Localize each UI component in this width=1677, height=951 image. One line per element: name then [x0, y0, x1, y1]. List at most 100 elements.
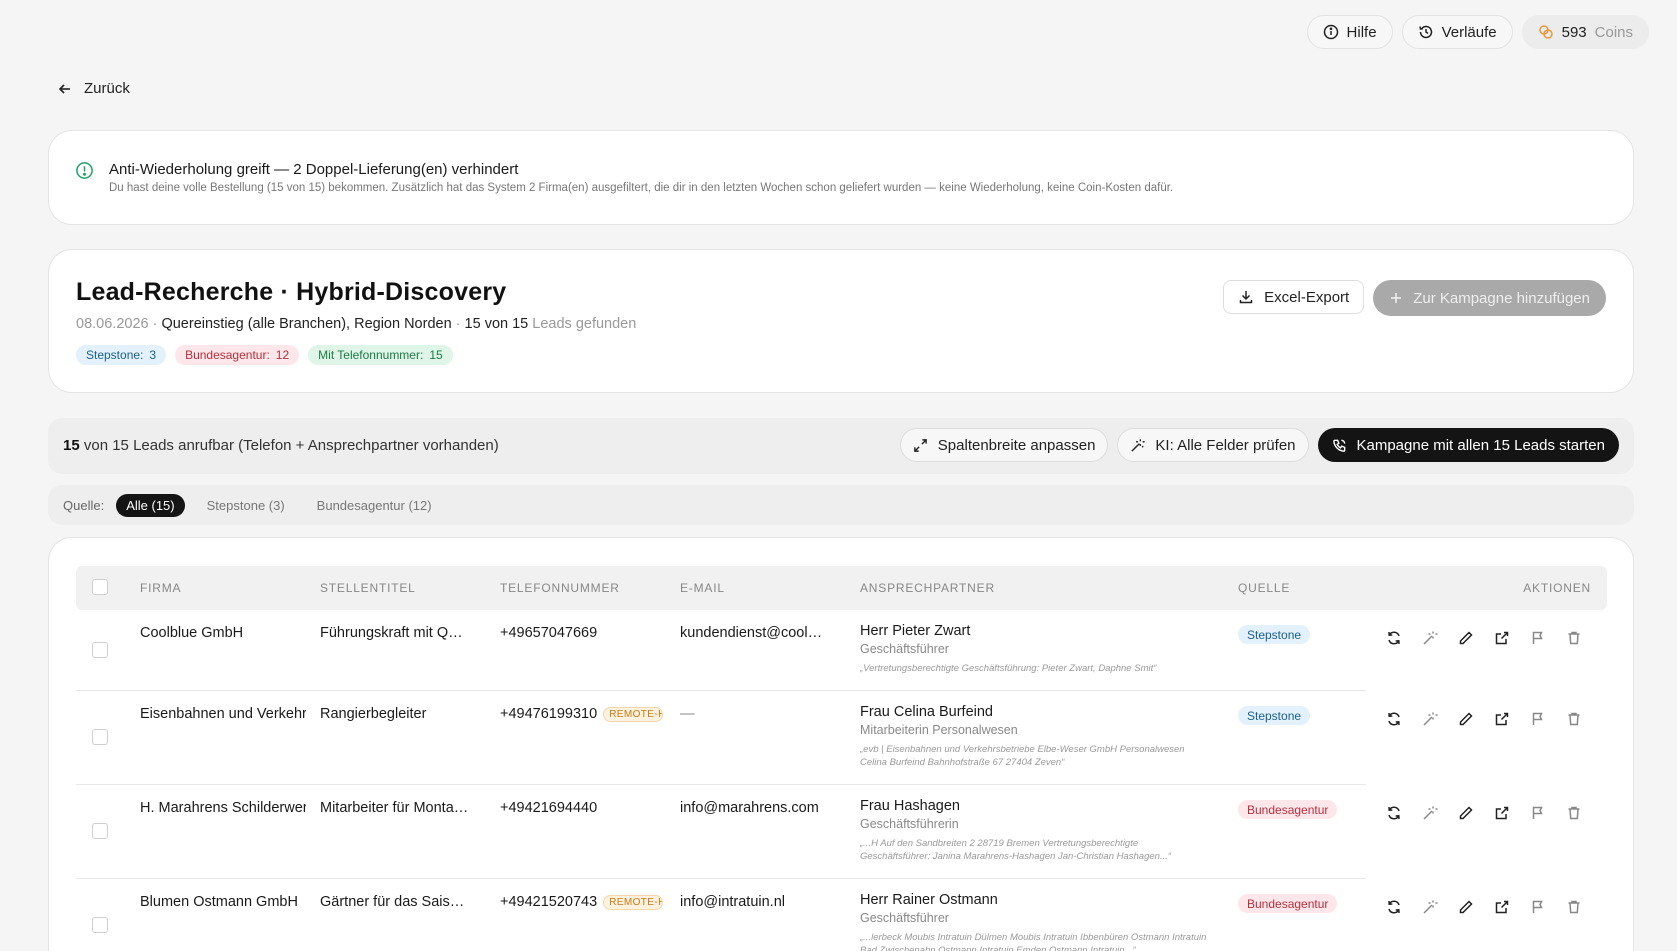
contact-quote: „...lerbeck Moubis Intratuin Dülmen Moub… — [860, 932, 1207, 951]
trash-icon[interactable] — [1564, 709, 1584, 729]
coins-badge[interactable]: 593 Coins — [1521, 15, 1649, 49]
fit-columns-label: Spaltenbreite anpassen — [937, 436, 1096, 454]
magic-wand-icon — [1130, 438, 1145, 453]
contact-role: Geschäftsführer — [860, 642, 949, 656]
ai-check-button[interactable]: KI: Alle Felder prüfen — [1117, 428, 1309, 462]
row-checkbox[interactable] — [92, 917, 108, 933]
fit-columns-button[interactable]: Spaltenbreite anpassen — [899, 428, 1109, 462]
phone-value: +49421520743 — [500, 894, 598, 910]
edit-icon[interactable] — [1456, 803, 1476, 823]
table-row: H. Marahrens Schilderwerk GmbH Mitarbeit… — [76, 785, 1607, 879]
source-badge: Bundesagentur — [1238, 800, 1338, 819]
refresh-icon[interactable] — [1384, 803, 1404, 823]
tag-stepstone: Stepstone: 3 — [76, 345, 167, 365]
job-title: Führungskraft mit Quereinstieg — [320, 625, 470, 641]
col-company[interactable]: FIRMA — [140, 581, 181, 595]
phone-icon — [1332, 438, 1347, 453]
phone-number: +49421694440 — [500, 800, 666, 816]
edit-icon[interactable] — [1456, 628, 1476, 648]
trash-icon[interactable] — [1564, 628, 1584, 648]
filter-chip-stepstone[interactable]: Stepstone (3) — [197, 494, 295, 517]
phone-value: +49476199310 — [500, 706, 598, 722]
excel-export-label: Excel-Export — [1264, 288, 1350, 306]
plus-icon — [1389, 291, 1403, 305]
refresh-icon[interactable] — [1384, 628, 1404, 648]
row-checkbox[interactable] — [92, 729, 108, 745]
back-link[interactable]: Zurück — [58, 80, 130, 97]
strip-actions: Spaltenbreite anpassen KI: Alle Felder p… — [899, 428, 1619, 462]
col-email[interactable]: E-MAIL — [680, 581, 725, 595]
magic-wand-icon[interactable] — [1420, 628, 1440, 648]
table-row: Eisenbahnen und Verkehrsbetriebe Elbe-We… — [76, 691, 1607, 785]
history-icon — [1418, 24, 1434, 40]
callable-text: von 15 Leads anrufbar (Telefon + Ansprec… — [83, 437, 499, 454]
company-name: Blumen Ostmann GmbH — [140, 894, 298, 910]
table-header: FIRMA STELLENTITEL TELEFONNUMMER E-MAIL … — [76, 566, 1607, 610]
expand-icon — [913, 438, 928, 453]
contact-role: Mitarbeiterin Personalwesen — [860, 723, 1018, 737]
source-filter: Quelle: Alle (15) Stepstone (3) Bundesag… — [48, 485, 1634, 525]
email: — — [680, 706, 695, 722]
external-link-icon[interactable] — [1492, 628, 1512, 648]
start-campaign-button[interactable]: Kampagne mit allen 15 Leads starten — [1317, 428, 1619, 462]
flag-icon[interactable] — [1528, 628, 1548, 648]
filter-chip-all[interactable]: Alle (15) — [116, 493, 185, 517]
external-link-icon[interactable] — [1492, 803, 1512, 823]
tag-bundesagentur: Bundesagentur: 12 — [175, 345, 300, 365]
excel-export-button[interactable]: Excel-Export — [1223, 280, 1365, 314]
col-job[interactable]: STELLENTITEL — [320, 581, 416, 595]
trash-icon[interactable] — [1564, 803, 1584, 823]
magic-wand-icon[interactable] — [1420, 897, 1440, 917]
company-name: H. Marahrens Schilderwerk GmbH — [140, 800, 306, 816]
magic-wand-icon[interactable] — [1420, 709, 1440, 729]
source-badge: Stepstone — [1238, 706, 1311, 725]
flag-icon[interactable] — [1528, 897, 1548, 917]
col-contact[interactable]: ANSPRECHPARTNER — [860, 581, 995, 595]
select-all-checkbox[interactable] — [92, 579, 108, 595]
external-link-icon[interactable] — [1492, 897, 1512, 917]
coins-value: 593 — [1561, 23, 1587, 41]
add-to-campaign-label: Zur Kampagne hinzufügen — [1413, 289, 1590, 307]
history-button[interactable]: Verläufe — [1401, 15, 1513, 49]
row-checkbox[interactable] — [92, 823, 108, 839]
alert-circle-icon — [75, 161, 94, 180]
contact-quote: „evb | Eisenbahnen und Verkehrsbetriebe … — [860, 744, 1185, 768]
remote-badge: REMOTE-HOME — [603, 706, 664, 722]
add-to-campaign-button[interactable]: Zur Kampagne hinzufügen — [1373, 280, 1606, 316]
header-actions: Excel-Export Zur Kampagne hinzufügen — [1223, 280, 1606, 316]
contact-role: Geschäftsführer — [860, 911, 949, 925]
phone-value: +49421694440 — [500, 800, 598, 816]
contact-quote: „...H Auf den Sandbreiten 2 28719 Bremen… — [860, 838, 1172, 862]
external-link-icon[interactable] — [1492, 709, 1512, 729]
top-bar: Hilfe Verläufe 593 Coins — [1306, 15, 1649, 49]
trash-icon[interactable] — [1564, 897, 1584, 917]
coins-icon — [1538, 24, 1554, 40]
anti-repeat-alert: Anti-Wiederholung greift — 2 Doppel-Lief… — [48, 130, 1634, 225]
col-phone[interactable]: TELEFONNUMMER — [500, 581, 620, 595]
company-name: Coolblue GmbH — [140, 625, 244, 641]
magic-wand-icon[interactable] — [1420, 803, 1440, 823]
callable-strip: 15 von 15 Leads anrufbar (Telefon + Ansp… — [48, 418, 1634, 474]
help-button[interactable]: Hilfe — [1306, 15, 1393, 49]
contact-role: Geschäftsführerin — [860, 817, 959, 831]
ai-check-label: KI: Alle Felder prüfen — [1155, 436, 1296, 454]
info-icon — [1323, 24, 1339, 40]
tag-phone: Mit Telefonnummer: 15 — [308, 345, 453, 365]
callable-summary: 15 von 15 Leads anrufbar (Telefon + Ansp… — [63, 437, 499, 454]
phone-number: +49421520743 REMOTE-HOME — [500, 894, 666, 910]
tag-label: Bundesagentur: — [185, 348, 270, 362]
row-checkbox[interactable] — [92, 642, 108, 658]
refresh-icon[interactable] — [1384, 709, 1404, 729]
source-tags: Stepstone: 3 Bundesagentur: 12 Mit Telef… — [76, 345, 453, 365]
refresh-icon[interactable] — [1384, 897, 1404, 917]
flag-icon[interactable] — [1528, 803, 1548, 823]
flag-icon[interactable] — [1528, 709, 1548, 729]
filter-chip-bundesagentur[interactable]: Bundesagentur (12) — [307, 494, 442, 517]
leads-count-suffix: Leads gefunden — [532, 316, 637, 332]
company-name: Eisenbahnen und Verkehrsbetriebe Elbe-We… — [140, 706, 306, 722]
contact-name: Frau Celina Burfeind — [860, 704, 993, 720]
col-source[interactable]: QUELLE — [1238, 581, 1290, 595]
contact-quote: „Vertretungsberechtigte Geschäftsführung… — [860, 663, 1157, 674]
edit-icon[interactable] — [1456, 709, 1476, 729]
edit-icon[interactable] — [1456, 897, 1476, 917]
